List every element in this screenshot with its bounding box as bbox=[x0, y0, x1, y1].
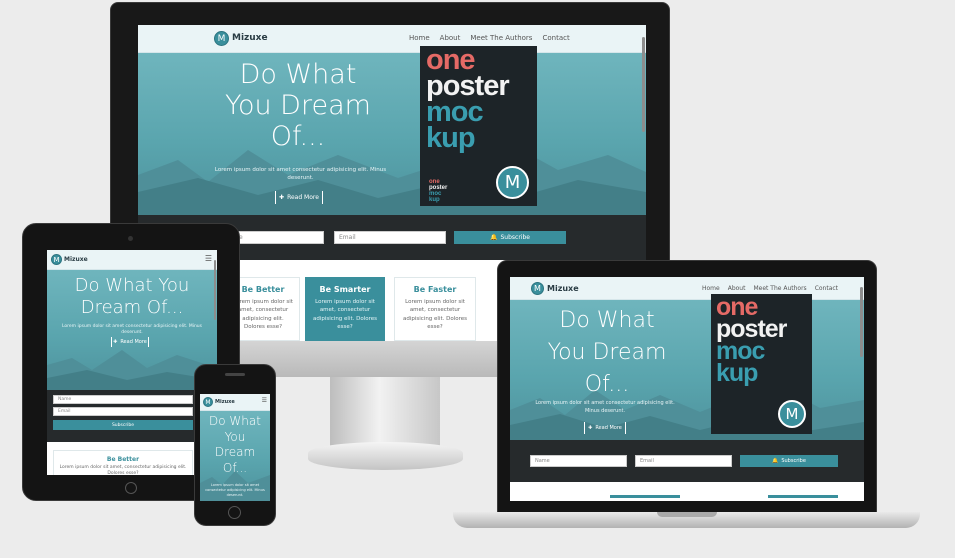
subscribe-button[interactable]: 🔔 Subscribe bbox=[454, 231, 566, 244]
laptop-card-strip-1 bbox=[610, 495, 680, 498]
tablet-hero-title: Do What You Dream Of... bbox=[74, 275, 190, 318]
phone-screen: M Mizuxe ☰ Do What You Dream Of... Lorem… bbox=[200, 394, 270, 501]
laptop-notch bbox=[657, 512, 717, 517]
laptop-name-input[interactable]: Name bbox=[530, 455, 627, 467]
laptop-hero-text: Lorem ipsum dolor sit amet consectetur a… bbox=[535, 400, 675, 414]
laptop-card-strip-2 bbox=[768, 495, 838, 498]
card-be-smarter: Be Smarter Lorem ipsum dolor sit amet, c… bbox=[305, 277, 385, 341]
read-more-button[interactable]: ✚ Read More bbox=[275, 191, 323, 204]
nav-links: Home About Meet The Authors Contact bbox=[409, 34, 570, 42]
laptop-nav-contact[interactable]: Contact bbox=[815, 285, 838, 292]
tablet-email-input[interactable]: Email bbox=[53, 407, 193, 416]
logo-icon[interactable]: M bbox=[214, 31, 229, 46]
tablet-logo-icon[interactable]: M bbox=[51, 254, 62, 265]
tablet-scrollbar[interactable] bbox=[214, 260, 216, 320]
brand-name[interactable]: Mizuxe bbox=[232, 33, 268, 43]
laptop-nav-home[interactable]: Home bbox=[702, 285, 720, 292]
tablet-read-more-button[interactable]: ✚ Read More bbox=[111, 337, 149, 347]
phone-hero-title: Do What You Dream Of... bbox=[209, 414, 261, 475]
laptop-read-more-button[interactable]: ✚ Read More bbox=[584, 422, 626, 434]
email-input[interactable]: Email bbox=[334, 231, 446, 244]
bell-icon: 🔔 bbox=[490, 234, 498, 241]
tablet-mountain-illustration bbox=[47, 350, 217, 390]
tablet-subscribe-button[interactable]: Subscribe bbox=[53, 420, 193, 430]
tablet-subscribe-bar: Name Email Subscribe bbox=[47, 390, 217, 442]
tablet-plus-icon: ✚ bbox=[113, 339, 118, 345]
hero-section: Do What You Dream Of... Lorem ipsum dolo… bbox=[138, 53, 646, 215]
phone-hamburger-icon[interactable]: ☰ bbox=[262, 397, 267, 404]
nav-about[interactable]: About bbox=[440, 34, 461, 42]
laptop-email-input[interactable]: Email bbox=[635, 455, 732, 467]
hero-title: Do What You Dream Of... bbox=[225, 59, 371, 153]
phone-speaker bbox=[225, 373, 245, 376]
laptop-hero-title: Do What You Dream Of... bbox=[547, 308, 667, 397]
tablet-hero: Do What You Dream Of... Lorem ipsum dolo… bbox=[47, 270, 217, 390]
tablet-name-input[interactable]: Name bbox=[53, 395, 193, 404]
scrollbar[interactable] bbox=[642, 37, 645, 132]
tablet-home-button[interactable] bbox=[125, 482, 137, 494]
tablet-navbar: M Mizuxe ☰ bbox=[47, 250, 217, 270]
laptop-nav-about[interactable]: About bbox=[728, 285, 746, 292]
phone-brand[interactable]: Mizuxe bbox=[215, 399, 235, 405]
card-be-faster: Be Faster Lorem ipsum dolor sit amet, co… bbox=[394, 277, 476, 341]
tablet-screen: M Mizuxe ☰ Do What You Dream Of... Lorem… bbox=[47, 250, 217, 475]
phone-logo-icon[interactable]: M bbox=[203, 397, 213, 407]
laptop-brand[interactable]: Mizuxe bbox=[547, 284, 579, 293]
navbar: M Mizuxe Home About Meet The Authors Con… bbox=[138, 25, 646, 53]
monitor-base bbox=[308, 442, 463, 470]
phone-navbar: M Mizuxe ☰ bbox=[200, 394, 270, 411]
plus-icon: ✚ bbox=[279, 194, 285, 201]
tablet-camera bbox=[128, 236, 133, 241]
laptop-nav-links: Home About Meet The Authors Contact bbox=[702, 285, 838, 292]
tablet-brand[interactable]: Mizuxe bbox=[64, 256, 88, 263]
phone-home-button[interactable] bbox=[228, 506, 241, 519]
nav-authors[interactable]: Meet The Authors bbox=[470, 34, 532, 42]
monitor-neck bbox=[330, 375, 440, 447]
laptop-nav-authors[interactable]: Meet The Authors bbox=[753, 285, 806, 292]
tablet-card-be-better: Be Better Lorem ipsum dolor sit amet, co… bbox=[53, 450, 193, 475]
hero-text: Lorem ipsum dolor sit amet consectetur a… bbox=[214, 167, 387, 182]
phone-hero: Do What You Dream Of... Lorem ipsum dolo… bbox=[200, 411, 270, 501]
poster-mockup: one poster moc kup M one poster moc kup bbox=[420, 46, 537, 206]
laptop-scrollbar[interactable] bbox=[860, 287, 863, 357]
hamburger-icon[interactable]: ☰ bbox=[205, 254, 212, 263]
phone-hero-text: Lorem ipsum dolor sit amet consectetur a… bbox=[205, 483, 265, 497]
laptop-poster-mockup: one poster moc kup M bbox=[711, 294, 812, 434]
laptop-logo-icon[interactable]: M bbox=[531, 282, 544, 295]
laptop-subscribe-bar: Name Email 🔔 Subscribe bbox=[510, 440, 864, 482]
nav-contact[interactable]: Contact bbox=[542, 34, 569, 42]
laptop-plus-icon: ✚ bbox=[588, 425, 593, 431]
laptop-poster-logo-icon: M bbox=[778, 400, 806, 428]
poster-logo-icon: M bbox=[496, 166, 529, 199]
laptop-bell-icon: 🔔 bbox=[772, 458, 779, 464]
nav-home[interactable]: Home bbox=[409, 34, 430, 42]
tablet-hero-text: Lorem ipsum dolor sit amet consectetur a… bbox=[61, 324, 203, 336]
laptop-subscribe-button[interactable]: 🔔 Subscribe bbox=[740, 455, 838, 467]
